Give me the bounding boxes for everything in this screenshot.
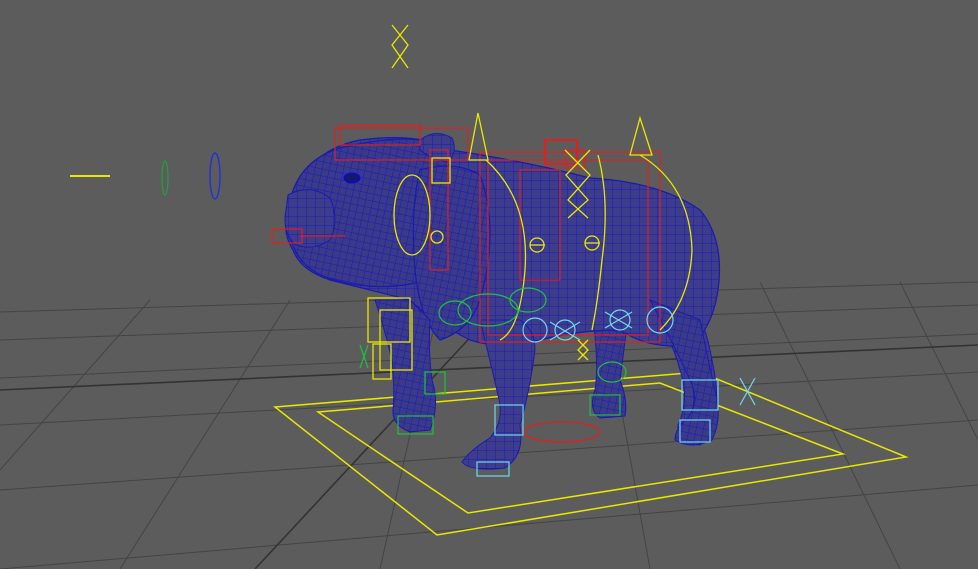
blue-ring-locator[interactable] <box>209 152 221 200</box>
cog-control-ring[interactable] <box>523 421 601 443</box>
3d-viewport[interactable] <box>0 0 978 569</box>
viewport-canvas[interactable] <box>0 0 978 569</box>
